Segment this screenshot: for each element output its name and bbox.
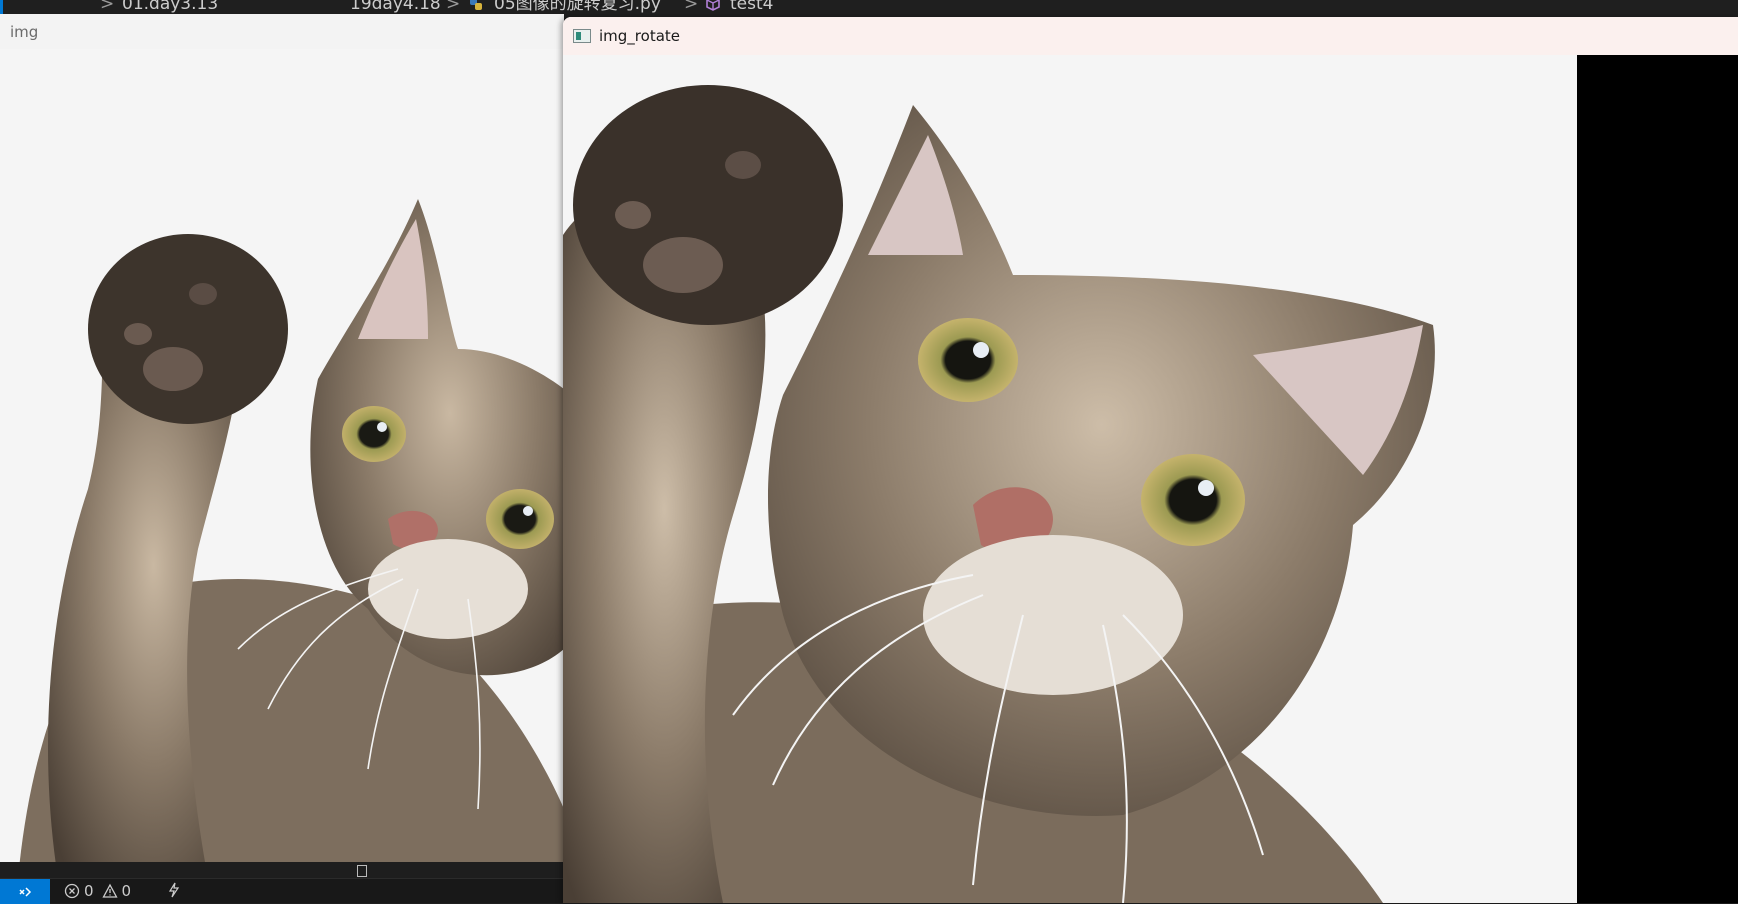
window-app-icon bbox=[573, 29, 591, 43]
error-icon bbox=[64, 883, 80, 899]
chevron-right-icon: > bbox=[684, 0, 699, 14]
symbol-cube-icon bbox=[704, 0, 722, 14]
error-count: 0 bbox=[84, 882, 94, 900]
scrollbar-thumb[interactable] bbox=[357, 865, 367, 877]
rotated-kitten-image bbox=[563, 85, 1435, 903]
python-file-icon bbox=[468, 0, 484, 14]
breadcrumb-file[interactable]: 05图像的旋转复习.py bbox=[494, 0, 661, 14]
chevron-right-icon: > bbox=[100, 0, 115, 14]
problems-indicator[interactable]: 0 0 bbox=[64, 882, 131, 900]
img-canvas bbox=[0, 49, 564, 864]
img-rotate-window[interactable]: img_rotate bbox=[563, 17, 1738, 903]
window-title: img_rotate bbox=[599, 27, 680, 45]
breadcrumb-subfolder[interactable]: 19day4.18 bbox=[350, 0, 441, 14]
lightning-icon[interactable] bbox=[166, 882, 182, 898]
img-window[interactable]: img bbox=[0, 14, 564, 864]
breadcrumb-symbol[interactable]: test4 bbox=[730, 0, 773, 14]
breadcrumb-folder[interactable]: 01.day3.13 bbox=[122, 0, 218, 14]
chevron-right-icon: > bbox=[446, 0, 461, 14]
window-title: img bbox=[10, 22, 39, 41]
status-bar: 0 0 bbox=[0, 878, 563, 904]
remote-icon[interactable] bbox=[0, 879, 50, 904]
rotation-fill-region bbox=[1577, 55, 1738, 903]
img-rotate-canvas bbox=[563, 55, 1577, 903]
breadcrumb: > 01.day3.13 19day4.18 > 05图像的旋转复习.py > … bbox=[0, 0, 1738, 14]
img-window-titlebar[interactable]: img bbox=[0, 14, 564, 49]
img-rotate-window-titlebar[interactable]: img_rotate bbox=[563, 17, 1738, 55]
warning-count: 0 bbox=[121, 882, 132, 900]
horizontal-scrollbar[interactable] bbox=[0, 862, 563, 878]
activity-indicator bbox=[0, 0, 3, 14]
kitten-image bbox=[19, 199, 564, 864]
warning-icon bbox=[101, 883, 118, 898]
